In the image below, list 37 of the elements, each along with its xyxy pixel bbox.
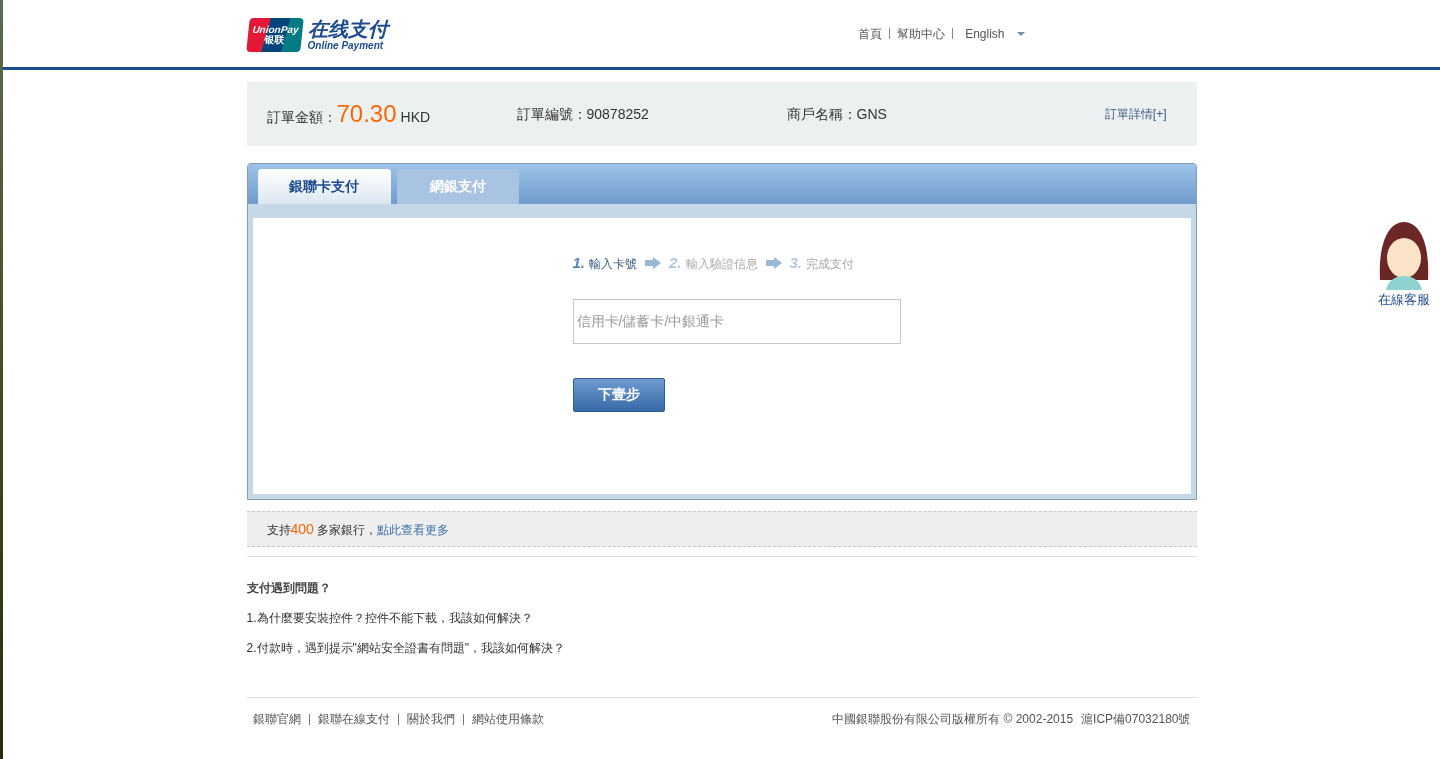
online-support-button[interactable]: 在線客服: [1376, 220, 1432, 310]
help-question-link[interactable]: 1.為什麼要安裝控件？控件不能下載，我該如何解決？: [246, 609, 533, 627]
order-number: 90878252: [586, 104, 649, 124]
step-label: 完成支付: [806, 256, 855, 273]
caret-icon: [1016, 31, 1025, 36]
step-number: 1.: [572, 253, 585, 273]
amount-label: 訂單金額：: [266, 108, 337, 127]
arrow-icon: [645, 257, 661, 270]
nav-link[interactable]: 幫助中心: [892, 24, 951, 43]
step-number: 2.: [669, 253, 682, 273]
card-number-field[interactable]: 信用卡/儲蓄卡/中銀通卡: [572, 298, 901, 344]
help-title: 支付遇到問題？: [246, 580, 332, 597]
merchant-label: 商戶名稱：: [786, 104, 857, 124]
amount-value: 70.30: [336, 99, 397, 129]
more-banks-link[interactable]: 點此查看更多: [377, 522, 450, 537]
footer-link[interactable]: 銀聯官網: [252, 710, 301, 728]
copyright-text: 中國銀聯股份有限公司版權所有 © 2002-2015: [832, 711, 1074, 728]
language-select[interactable]: English: [965, 24, 1025, 43]
next-step-button[interactable]: 下壹步: [572, 377, 665, 412]
order-details-link[interactable]: 訂單詳情[+]: [1104, 105, 1167, 123]
step-label: 輸入驗證信息: [685, 256, 758, 273]
bank-support-text: 支持400 多家銀行，點此查看更多: [266, 519, 450, 539]
step-number: 3.: [789, 253, 803, 273]
footer-link[interactable]: 網站使用條款: [471, 710, 544, 728]
footer-link[interactable]: 關於我們: [406, 710, 455, 728]
step-label: 輸入卡號: [589, 256, 637, 273]
logo-subtitle: Online Payment: [307, 40, 385, 51]
help-question-link[interactable]: 2.付款時，遇到提示"網站安全證書有問題"，我該如何解決？: [246, 639, 566, 657]
footer-link[interactable]: 銀聯在線支付: [317, 710, 390, 728]
order-number-label: 訂單編號：: [516, 104, 587, 124]
arrow-icon: [765, 257, 782, 270]
currency-text: HKD: [400, 108, 431, 127]
merchant-name: GNS: [856, 104, 887, 124]
icp-text: 滬ICP備07032180號: [1081, 711, 1191, 728]
logo-brand-cn: 银联: [263, 34, 285, 45]
nav-link[interactable]: 首頁: [853, 24, 888, 43]
payment-tab[interactable]: 銀聯卡支付: [257, 169, 391, 204]
